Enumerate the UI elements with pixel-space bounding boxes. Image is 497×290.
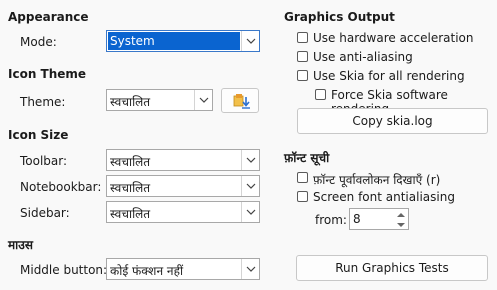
appearance-heading: Appearance [8,10,89,24]
chevron-down-icon[interactable] [241,176,259,196]
toolbar-size-combobox[interactable]: स्वचालित [106,149,260,171]
mode-label: Mode: [20,35,57,49]
hw-accel-checkbox[interactable] [297,32,308,43]
middle-button-label: Middle button: [20,263,108,277]
middle-button-value: कोई फंक्शन नहीं [110,264,184,278]
screen-font-aa-checkbox[interactable] [297,191,308,202]
chevron-down-icon[interactable] [241,202,259,222]
theme-combobox[interactable]: स्वचालित [106,89,213,111]
font-list-heading: फ़ॉन्ट सूची [284,151,330,165]
sidebar-size-combobox[interactable]: स्वचालित [106,201,260,223]
mode-combobox[interactable]: System [106,30,260,52]
copy-skia-log-button[interactable]: Copy skia.log [297,108,488,134]
icon-size-heading: Icon Size [8,128,69,142]
sidebar-label: Sidebar: [20,206,70,220]
run-graphics-tests-button[interactable]: Run Graphics Tests [296,255,488,281]
download-extension-icon [233,94,250,109]
anti-aliasing-checkbox[interactable] [297,51,308,62]
theme-value: स्वचालित [110,95,151,109]
chevron-down-icon[interactable] [241,31,259,51]
graphics-output-heading: Graphics Output [284,10,395,24]
from-label: from: [315,213,347,227]
notebookbar-label: Notebookbar: [20,180,102,194]
screen-font-aa-label[interactable]: Screen font antialiasing [313,190,455,204]
toolbar-size-value: स्वचालित [110,155,151,169]
notebookbar-size-combobox[interactable]: स्वचालित [106,175,260,197]
chevron-down-icon[interactable] [241,150,259,170]
from-spinbox[interactable]: 8 [349,208,409,230]
font-preview-label[interactable]: फ़ॉन्ट पूर्वावलोकन दिखाएँ (r) [313,171,440,188]
chevron-down-icon[interactable] [241,259,259,279]
spin-down-icon[interactable] [394,219,408,229]
hw-accel-label[interactable]: Use hardware acceleration [313,31,474,45]
mode-value: System [108,32,240,50]
spin-up-icon[interactable] [394,209,408,219]
theme-label: Theme: [20,95,66,109]
font-preview-checkbox[interactable] [297,172,308,183]
notebookbar-size-value: स्वचालित [110,181,151,195]
icon-theme-heading: Icon Theme [8,67,87,81]
sidebar-size-value: स्वचालित [110,207,151,221]
add-icon-theme-button[interactable] [221,88,259,113]
from-value: 8 [353,212,361,226]
chevron-down-icon[interactable] [194,90,212,110]
anti-aliasing-label[interactable]: Use anti-aliasing [313,50,413,64]
skia-all-checkbox[interactable] [297,70,308,81]
skia-all-label[interactable]: Use Skia for all rendering [313,69,465,83]
toolbar-label: Toolbar: [20,154,68,168]
middle-button-combobox[interactable]: कोई फंक्शन नहीं [106,258,260,280]
force-skia-sw-checkbox[interactable] [315,89,326,100]
mouse-heading: माउस [8,238,33,252]
